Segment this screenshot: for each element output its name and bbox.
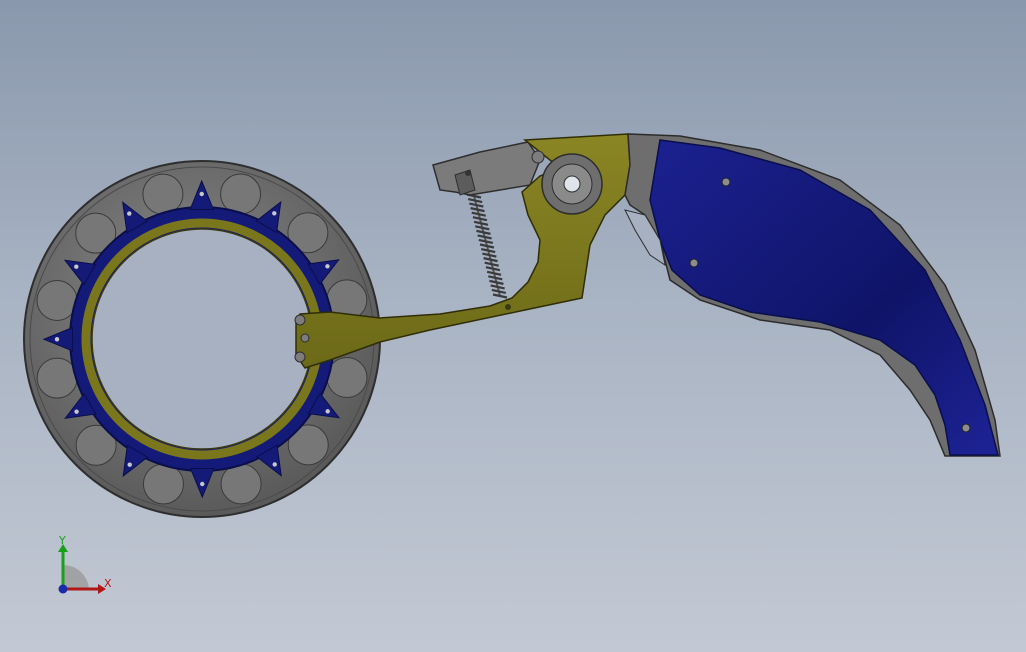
spring-coil [489, 279, 504, 285]
grip-screw-1 [721, 177, 731, 187]
compression-spring[interactable] [466, 193, 508, 299]
x-axis-label: X [104, 577, 112, 590]
spring-coil [484, 261, 499, 267]
z-axis-dot [58, 584, 68, 594]
ring-bolt [272, 211, 277, 216]
spring-coil [477, 234, 492, 240]
ring-scallop [36, 279, 78, 321]
spring-coil [483, 257, 498, 263]
ring-bolt [74, 264, 79, 269]
clamp-screw [465, 170, 471, 176]
pivot-bore [563, 175, 581, 193]
ring-bore [91, 228, 313, 450]
lever-screw-2 [300, 333, 310, 343]
ring-scallop [220, 173, 262, 215]
ring-bolt [127, 211, 132, 216]
ring-bolt [272, 462, 277, 467]
ring-bolt [325, 264, 330, 269]
spring-coil [476, 229, 491, 235]
grip-screw-2 [689, 258, 699, 268]
clamp-block[interactable] [432, 141, 541, 196]
triad-plane-icon [63, 564, 89, 589]
spring-coil [491, 288, 507, 295]
ring-bolt [127, 462, 132, 467]
ring-scallop [142, 463, 184, 505]
spring-coil [492, 293, 508, 299]
spring-coil [485, 266, 501, 272]
spring-coil [473, 220, 489, 226]
ring-bolt [74, 409, 79, 414]
ring-scallop [36, 357, 78, 399]
coordinate-triad: X Y [58, 534, 112, 594]
lever-screw-4 [505, 304, 511, 310]
ring-bolt [54, 337, 60, 342]
ring-scallop [220, 463, 262, 505]
ring-bolt [325, 409, 330, 414]
spring-coil [486, 270, 502, 276]
grip-screw-3 [961, 423, 971, 433]
assembly-model[interactable]: X Y [0, 0, 1026, 652]
lever-screw-1 [294, 314, 306, 326]
hook-handle[interactable] [624, 133, 1001, 457]
spring-coil [488, 275, 503, 281]
lever-screw-3 [294, 351, 306, 363]
cad-3d-viewport[interactable]: X Y [0, 0, 1026, 652]
ring-scallop [142, 173, 184, 215]
spring-coil [475, 225, 490, 231]
ring-scallop [326, 357, 368, 399]
ring-bolt [199, 191, 204, 197]
y-axis-label: Y [58, 534, 66, 547]
spring-coil [467, 197, 483, 204]
spring-coil [479, 243, 495, 249]
spring-coil [478, 238, 494, 245]
ring-bolt [200, 481, 205, 487]
spring-coil [482, 252, 497, 258]
spring-coil [480, 247, 496, 254]
spring-coil [471, 211, 486, 217]
spring-coil [472, 216, 488, 222]
spring-coil [470, 207, 485, 213]
spring-coil [469, 202, 484, 208]
lever-screw-top [531, 150, 545, 164]
spring-coil [490, 284, 505, 290]
